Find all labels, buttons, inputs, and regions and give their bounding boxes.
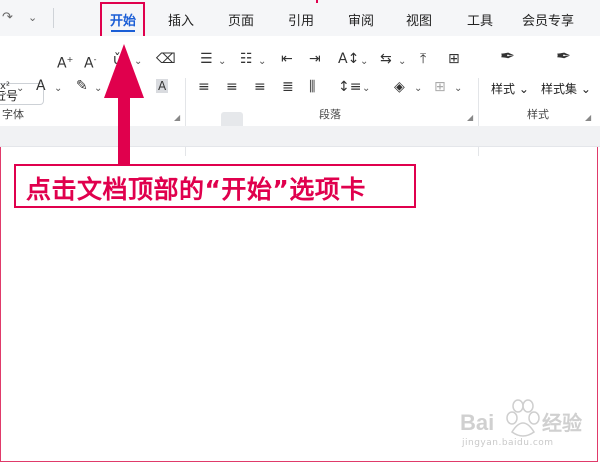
superscript-icon[interactable]: x²	[0, 80, 10, 94]
chevron-down-icon[interactable]: ⌄	[362, 82, 370, 96]
style-set-icon[interactable]: ✒	[556, 48, 571, 66]
grow-font-icon[interactable]: A+	[57, 53, 73, 71]
annotation-caption: 点击文档顶部的“开始”选项卡	[14, 164, 416, 208]
svg-text:Bai: Bai	[460, 410, 494, 435]
style-button[interactable]: 样式 ⌄	[491, 80, 529, 97]
chevron-down-icon[interactable]: ⌄	[414, 82, 422, 96]
redo-icon[interactable]: ↷	[2, 10, 13, 25]
dialog-launcher-icon[interactable]: ◢	[585, 113, 591, 122]
ribbon-bottom-bar	[0, 126, 600, 146]
font-group-label: 字体	[2, 108, 24, 121]
increase-indent-icon[interactable]: ⇥	[309, 52, 321, 66]
style-set-label: 样式集	[541, 82, 578, 96]
tab-review[interactable]: 审阅	[348, 10, 374, 29]
show-marks-icon[interactable]: ⤒	[420, 52, 426, 66]
eraser-icon[interactable]: ⌫	[156, 52, 176, 66]
tab-member[interactable]: 会员专享	[522, 10, 574, 29]
tab-tools[interactable]: 工具	[467, 10, 493, 29]
style-set-button[interactable]: 样式集 ⌄	[541, 80, 591, 97]
annotation-arrow-icon	[104, 44, 144, 170]
quick-access-dropdown-icon[interactable]: ⌄	[28, 11, 37, 24]
text-direction-icon[interactable]: A↕	[338, 52, 359, 66]
numbered-list-icon[interactable]: ☷	[240, 52, 253, 66]
sort-icon[interactable]: ⇆	[380, 52, 392, 66]
chevron-down-icon[interactable]: ⌄	[454, 82, 462, 96]
tab-view[interactable]: 视图	[406, 10, 432, 29]
decrease-indent-icon[interactable]: ⇤	[281, 52, 293, 66]
chevron-down-icon[interactable]: ⌄	[398, 55, 406, 69]
table-grid-icon[interactable]: ⊞	[448, 52, 460, 66]
watermark-url: jingyan.baidu.com	[462, 438, 554, 448]
tab-page[interactable]: 页面	[228, 10, 254, 29]
dialog-launcher-icon[interactable]: ◢	[467, 113, 473, 122]
style-pen-icon[interactable]: ✒	[500, 48, 515, 66]
ribbon-tab-bar: ↷ ⌄ 开始 插入 页面 引用 审阅 视图 工具 会员专享	[0, 0, 600, 36]
annotation-caption-text: 点击文档顶部的“开始”选项卡	[26, 175, 366, 204]
chevron-down-icon[interactable]: ⌄	[54, 82, 62, 96]
tab-reference[interactable]: 引用	[288, 10, 314, 29]
line-spacing-icon[interactable]: ↕≡	[338, 80, 361, 94]
document-top-edge	[0, 146, 600, 147]
character-shading-icon[interactable]: A	[156, 79, 169, 93]
chevron-down-icon[interactable]: ⌄	[16, 82, 24, 96]
align-right-icon[interactable]: ≡	[254, 80, 266, 94]
chevron-down-icon[interactable]: ⌄	[218, 55, 226, 69]
font-color-icon[interactable]: A	[36, 79, 46, 93]
align-left-icon[interactable]: ≡	[198, 80, 210, 94]
bullet-list-icon[interactable]: ☰	[200, 52, 213, 66]
dialog-launcher-icon[interactable]: ◢	[174, 113, 180, 122]
border-icon[interactable]: ⊞	[434, 80, 446, 94]
highlight-pen-icon[interactable]: ✎	[76, 79, 88, 93]
style-label: 样式	[491, 82, 516, 96]
paragraph-group-label: 段落	[319, 108, 341, 121]
ribbon-panel: 五号 ⌄ A+ A- ǔ ⌄ ⌫ x² ⌄ A ⌄ ✎ ⌄ A ☰ ⌄ ☷ ⌄ …	[0, 36, 600, 156]
chevron-down-icon[interactable]: ⌄	[360, 55, 368, 69]
tab-separator	[53, 8, 54, 28]
shading-fill-icon[interactable]: ◈	[394, 80, 405, 94]
align-center-icon[interactable]: ≡	[226, 80, 238, 94]
chevron-down-icon[interactable]: ⌄	[94, 82, 102, 96]
start-tab-highlight	[100, 2, 145, 38]
styles-group-label: 样式	[527, 108, 549, 121]
justify-icon[interactable]: ≣	[282, 80, 294, 94]
shrink-font-icon[interactable]: A-	[84, 53, 96, 71]
distributed-align-icon[interactable]: ⫼	[309, 80, 315, 94]
chevron-down-icon[interactable]: ⌄	[258, 55, 266, 69]
tab-insert[interactable]: 插入	[168, 10, 194, 29]
annotation-dot	[316, 0, 318, 3]
svg-text:经验: 经验	[542, 411, 582, 435]
